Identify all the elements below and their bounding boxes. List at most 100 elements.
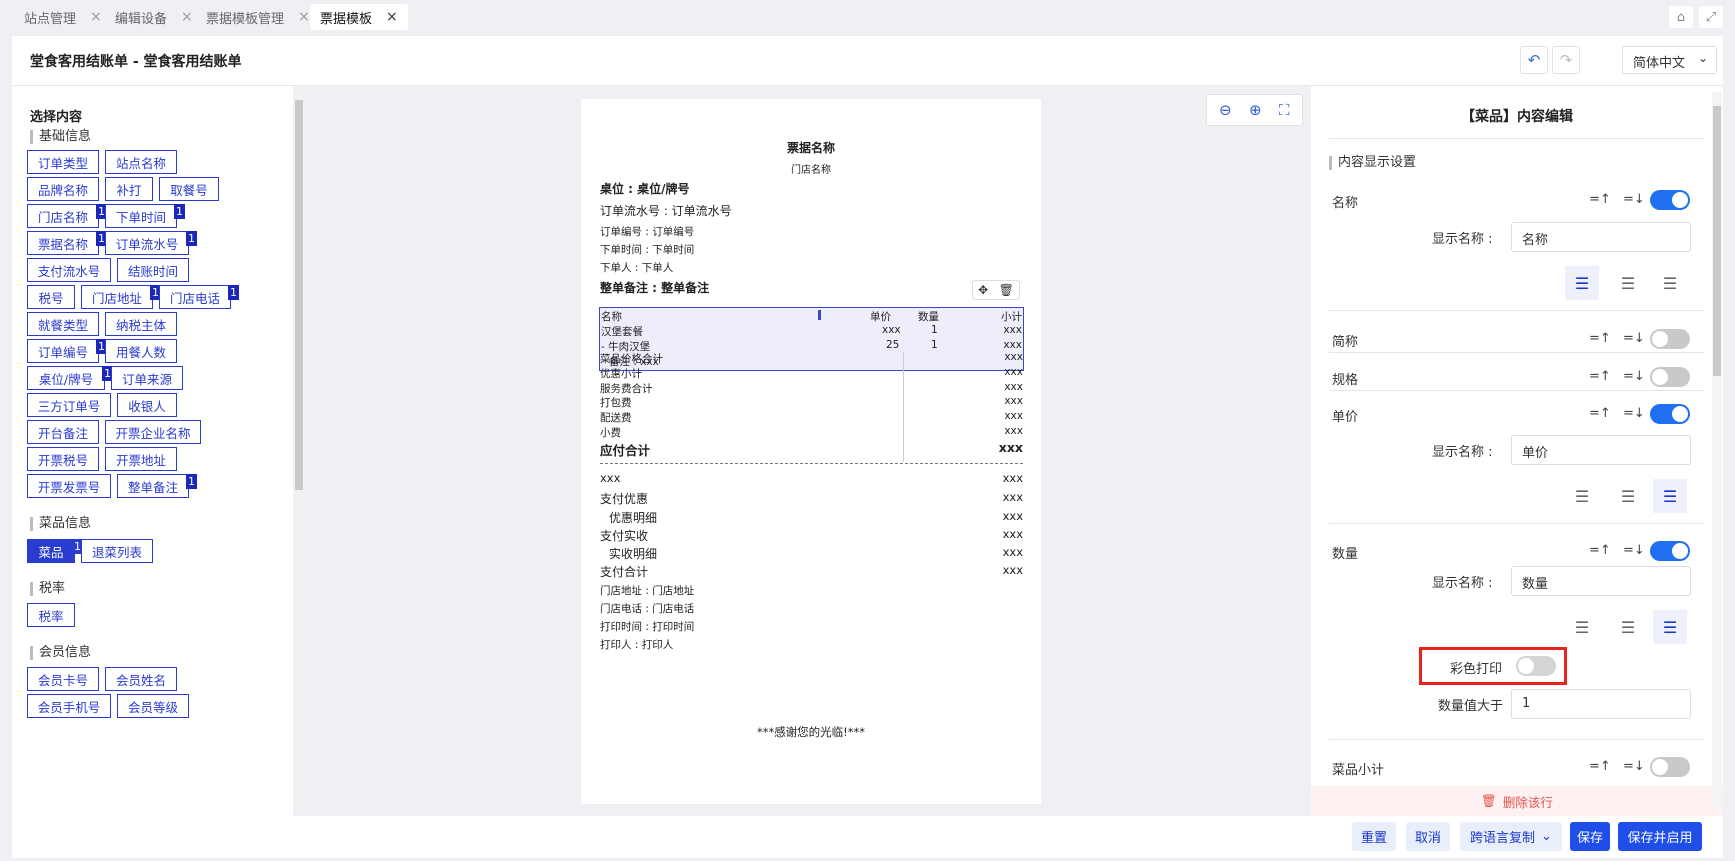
chip-table-open-remark[interactable]: 开台备注	[27, 420, 99, 444]
display-qty-input[interactable]: 数量	[1511, 566, 1691, 596]
chip-order-time[interactable]: 下单时间 1	[105, 204, 185, 228]
chip-brand-name[interactable]: 品牌名称	[27, 177, 99, 201]
toggle-qty[interactable]	[1650, 541, 1690, 561]
column-divider[interactable]	[818, 310, 821, 320]
chip-reprint[interactable]: 补打	[105, 177, 153, 201]
reset-button[interactable]: 重置	[1352, 822, 1396, 851]
sort-up-icon[interactable]: =↑	[1589, 331, 1611, 346]
sort-down-icon[interactable]: =↓	[1623, 192, 1645, 207]
receipt-order-no[interactable]: 订单编号 : 订单编号	[600, 224, 694, 239]
save-button[interactable]: 保存	[1570, 822, 1610, 851]
chip-dishes[interactable]: 菜品 1	[27, 539, 83, 563]
chip-checkout-time[interactable]: 结账时间	[117, 258, 189, 282]
footer-line[interactable]: 门店地址 : 门店地址	[600, 583, 694, 598]
lock-icon[interactable]: ⌂	[1669, 6, 1693, 28]
zoom-out-icon[interactable]: ⊖	[1219, 101, 1232, 119]
chip-tax-entity[interactable]: 纳税主体	[105, 312, 177, 336]
toggle-color-print[interactable]	[1516, 656, 1556, 676]
qty-greater-than-input[interactable]: 1	[1511, 689, 1691, 719]
move-icon[interactable]: ✥	[978, 283, 988, 297]
pay-label[interactable]: 优惠明细	[609, 509, 657, 526]
close-icon[interactable]: ×	[90, 9, 102, 25]
pay-label[interactable]: 支付合计	[600, 563, 648, 580]
sort-up-icon[interactable]: =↑	[1589, 759, 1611, 774]
align-left-icon[interactable]: ☰	[1565, 479, 1599, 513]
chip-returned-dishes[interactable]: 退菜列表	[81, 539, 153, 563]
chip-store-address[interactable]: 门店地址 1	[81, 285, 161, 309]
footer-line[interactable]: 打印时间 : 打印时间	[600, 619, 694, 634]
copy-language-button[interactable]: 跨语言复制 ⌄	[1460, 822, 1562, 851]
fit-screen-icon[interactable]: ⛶	[1279, 101, 1290, 119]
delete-icon[interactable]: 🗑	[999, 283, 1014, 297]
align-center-icon[interactable]: ☰	[1611, 610, 1645, 644]
right-scrollbar[interactable]	[1712, 92, 1722, 808]
tab-template-management[interactable]: 票据模板管理 ×	[196, 4, 320, 30]
redo-icon[interactable]: ↷	[1552, 46, 1580, 74]
chip-member-level[interactable]: 会员等级	[117, 694, 189, 718]
chip-guest-count[interactable]: 用餐人数	[105, 339, 177, 363]
language-select[interactable]: 简体中文 ⌄	[1622, 46, 1717, 74]
receipt-orderer[interactable]: 下单人 : 下单人	[600, 260, 673, 275]
align-right-icon[interactable]: ☰	[1653, 266, 1687, 300]
footer-line[interactable]: 打印人 : 打印人	[600, 637, 673, 652]
chip-order-remark[interactable]: 整单备注 1	[117, 474, 197, 498]
undo-icon[interactable]: ↶	[1520, 46, 1548, 74]
chip-table-no[interactable]: 桌位/牌号 1	[27, 366, 113, 390]
scroll-thumb[interactable]	[1713, 106, 1721, 376]
pay-label[interactable]: 支付优惠	[600, 490, 648, 507]
toggle-short-name[interactable]	[1650, 329, 1690, 349]
chip-order-serial[interactable]: 订单流水号 1	[105, 231, 197, 255]
sort-down-icon[interactable]: =↓	[1623, 406, 1645, 421]
chip-store-name[interactable]: 门店名称 1	[27, 204, 107, 228]
save-and-enable-button[interactable]: 保存并启用	[1618, 822, 1702, 851]
cancel-button[interactable]: 取消	[1406, 822, 1450, 851]
sort-up-icon[interactable]: =↑	[1589, 406, 1611, 421]
chip-invoice-no[interactable]: 开票发票号	[27, 474, 111, 498]
chip-store-phone[interactable]: 门店电话 1	[159, 285, 239, 309]
chip-payment-serial[interactable]: 支付流水号	[27, 258, 111, 282]
sort-down-icon[interactable]: =↓	[1623, 369, 1645, 384]
receipt-table[interactable]: 桌位 : 桌位/牌号	[600, 180, 690, 197]
display-price-input[interactable]: 单价	[1511, 435, 1691, 465]
align-right-icon[interactable]: ☰	[1653, 610, 1687, 644]
pay-label[interactable]: 支付实收	[600, 527, 648, 544]
chip-invoice-address[interactable]: 开票地址	[105, 447, 177, 471]
chip-invoice-tax-no[interactable]: 开票税号	[27, 447, 99, 471]
chip-order-no[interactable]: 订单编号 1	[27, 339, 107, 363]
sort-up-icon[interactable]: =↑	[1589, 543, 1611, 558]
chip-dining-type[interactable]: 就餐类型	[27, 312, 99, 336]
left-scrollbar[interactable]	[294, 92, 304, 808]
receipt-title[interactable]: 票据名称	[581, 139, 1041, 156]
tab-edit-device[interactable]: 编辑设备 ×	[105, 4, 203, 30]
total-label[interactable]: 服务费合计	[600, 381, 653, 396]
sort-down-icon[interactable]: =↓	[1623, 543, 1645, 558]
sort-up-icon[interactable]: =↑	[1589, 192, 1611, 207]
toggle-dish-subtotal[interactable]	[1650, 757, 1690, 777]
delete-row-button[interactable]: 🗑 删除该行	[1311, 786, 1723, 816]
receipt-order-time[interactable]: 下单时间 : 下单时间	[600, 242, 694, 257]
chip-member-name[interactable]: 会员姓名	[105, 667, 177, 691]
sort-down-icon[interactable]: =↓	[1623, 759, 1645, 774]
chip-receipt-name[interactable]: 票据名称 1	[27, 231, 107, 255]
tab-receipt-template[interactable]: 票据模板 ×	[310, 4, 408, 30]
align-right-icon[interactable]: ☰	[1653, 479, 1687, 513]
total-label[interactable]: 打包费	[600, 395, 632, 410]
receipt-serial[interactable]: 订单流水号 : 订单流水号	[600, 202, 732, 219]
align-center-icon[interactable]: ☰	[1611, 266, 1645, 300]
chip-order-source[interactable]: 订单来源	[111, 366, 183, 390]
align-left-icon[interactable]: ☰	[1565, 610, 1599, 644]
total-label[interactable]: 优惠小计	[600, 366, 642, 381]
chip-third-party-order[interactable]: 三方订单号	[27, 393, 111, 417]
thanks-text[interactable]: ***感谢您的光临!***	[581, 724, 1041, 740]
zoom-in-icon[interactable]: ⊕	[1249, 101, 1262, 119]
total-label[interactable]: 小费	[600, 425, 621, 440]
align-left-icon[interactable]: ☰	[1565, 266, 1599, 300]
chip-member-card[interactable]: 会员卡号	[27, 667, 99, 691]
toggle-price[interactable]	[1650, 404, 1690, 424]
toggle-spec[interactable]	[1650, 367, 1690, 387]
chip-pickup-no[interactable]: 取餐号	[159, 177, 219, 201]
chip-site-name[interactable]: 站点名称	[105, 150, 177, 174]
display-name-input[interactable]: 名称	[1511, 222, 1691, 252]
payable-label[interactable]: 应付合计	[600, 440, 650, 459]
pay-label[interactable]: xxx	[600, 471, 620, 485]
